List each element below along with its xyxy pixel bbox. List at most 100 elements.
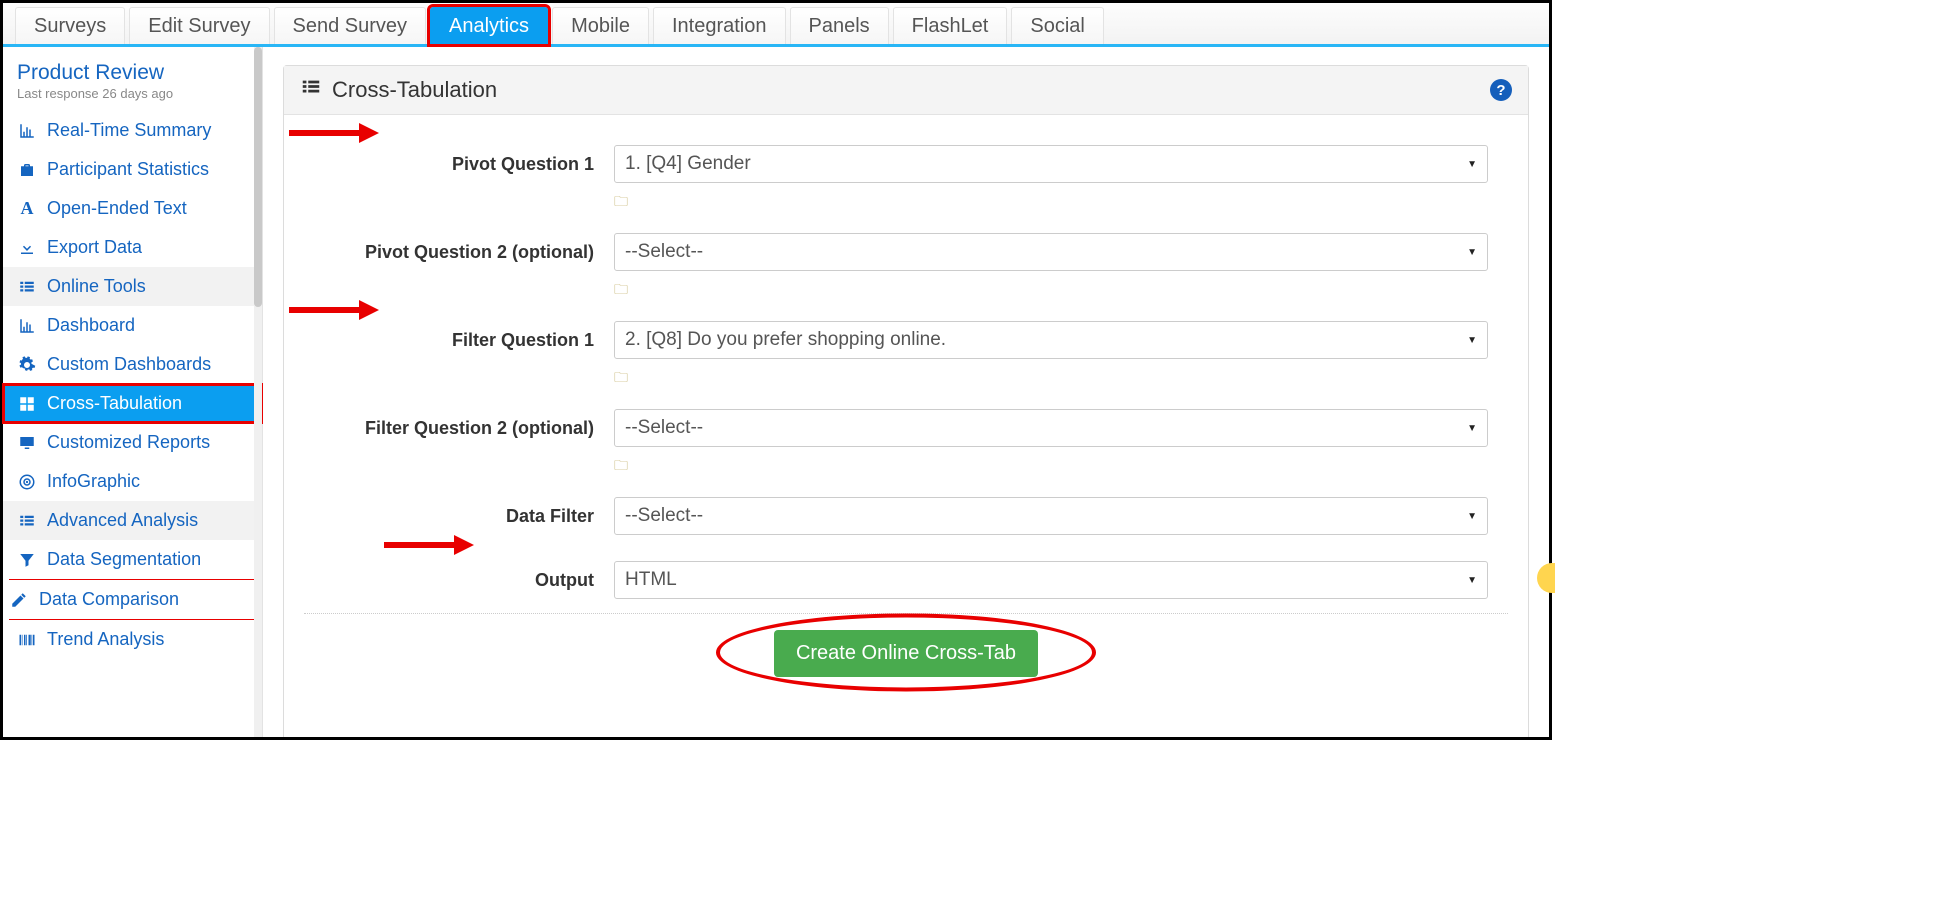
list-icon (17, 278, 37, 296)
tab-label: Send Survey (293, 15, 408, 38)
tab-analytics[interactable]: Analytics (430, 7, 548, 44)
select-value: 2. [Q8] Do you prefer shopping online. (625, 329, 946, 351)
sidebar-item-label: Data Segmentation (47, 549, 201, 570)
sidebar-item-label: Participant Statistics (47, 159, 209, 180)
pivot-question-2-label: Pivot Question 2 (optional) (324, 242, 594, 263)
data-filter-label: Data Filter (324, 506, 594, 527)
sidebar: Product Review Last response 26 days ago… (3, 47, 263, 737)
sidebar-item-infographic[interactable]: InfoGraphic (3, 462, 262, 501)
output-label: Output (324, 570, 594, 591)
sidebar-item-label: Customized Reports (47, 432, 210, 453)
tab-flashlet[interactable]: FlashLet (893, 7, 1008, 44)
filter-question-1-select[interactable]: 2. [Q8] Do you prefer shopping online. ▼ (614, 321, 1488, 359)
panel-header: Cross-Tabulation ? (284, 66, 1528, 115)
help-button[interactable]: ? (1490, 79, 1512, 101)
tab-send-survey[interactable]: Send Survey (274, 7, 427, 44)
grid-icon (17, 395, 37, 413)
sidebar-item-open-ended[interactable]: A Open-Ended Text (3, 189, 262, 228)
caret-down-icon: ▼ (1467, 423, 1477, 434)
sidebar-item-label: InfoGraphic (47, 471, 140, 492)
sidebar-item-participant-stats[interactable]: Participant Statistics (3, 150, 262, 189)
tab-label: FlashLet (912, 15, 989, 38)
briefcase-icon (17, 161, 37, 179)
filter-question-2-select[interactable]: --Select-- ▼ (614, 409, 1488, 447)
bar-chart-icon (17, 122, 37, 140)
select-value: 1. [Q4] Gender (625, 153, 751, 175)
sidebar-item-trend-analysis[interactable]: Trend Analysis (3, 620, 262, 659)
folder-icon[interactable]: 🗀 (614, 367, 628, 391)
scrollbar-track[interactable] (254, 47, 262, 737)
sidebar-item-label: Dashboard (47, 315, 135, 336)
gear-icon (17, 356, 37, 374)
sidebar-item-custom-dashboards[interactable]: Custom Dashboards (3, 345, 262, 384)
tab-integration[interactable]: Integration (653, 7, 786, 44)
survey-title-block: Product Review Last response 26 days ago (3, 47, 262, 105)
download-icon (17, 239, 37, 257)
sidebar-item-data-segmentation[interactable]: Data Segmentation (3, 540, 262, 579)
tab-mobile[interactable]: Mobile (552, 7, 649, 44)
sidebar-item-data-comparison[interactable]: Data Comparison (3, 580, 262, 619)
survey-title[interactable]: Product Review (17, 61, 248, 85)
scrollbar-thumb[interactable] (254, 47, 262, 307)
sidebar-item-label: Custom Dashboards (47, 354, 211, 375)
tab-social[interactable]: Social (1011, 7, 1103, 44)
pivot-question-1-label: Pivot Question 1 (324, 154, 594, 175)
sidebar-item-label: Cross-Tabulation (47, 393, 182, 414)
button-label: Create Online Cross-Tab (796, 642, 1016, 664)
panel-title: Cross-Tabulation (332, 77, 497, 103)
sidebar-group-advanced-analysis[interactable]: Advanced Analysis (3, 501, 262, 540)
tab-label: Analytics (449, 15, 529, 38)
tab-label: Surveys (34, 15, 106, 38)
decoration-dot (1537, 563, 1549, 593)
create-cross-tab-button[interactable]: Create Online Cross-Tab (774, 630, 1038, 677)
filter-question-1-label: Filter Question 1 (324, 330, 594, 351)
caret-down-icon: ▼ (1467, 575, 1477, 586)
tab-surveys[interactable]: Surveys (15, 7, 125, 44)
output-select[interactable]: HTML ▼ (614, 561, 1488, 599)
filter-icon (17, 551, 37, 569)
help-icon: ? (1496, 82, 1505, 99)
sidebar-item-customized-reports[interactable]: Customized Reports (3, 423, 262, 462)
pivot-question-1-select[interactable]: 1. [Q4] Gender ▼ (614, 145, 1488, 183)
caret-down-icon: ▼ (1467, 511, 1477, 522)
sidebar-group-online-tools[interactable]: Online Tools (3, 267, 262, 306)
caret-down-icon: ▼ (1467, 247, 1477, 258)
main-content: Cross-Tabulation ? Pivot Question 1 1. [… (263, 47, 1549, 737)
bar-chart-icon (17, 317, 37, 335)
sidebar-item-label: Trend Analysis (47, 629, 164, 650)
caret-down-icon: ▼ (1467, 159, 1477, 170)
caret-down-icon: ▼ (1467, 335, 1477, 346)
annotation-arrow-icon (289, 123, 389, 143)
folder-icon[interactable]: 🗀 (614, 279, 628, 303)
select-value: --Select-- (625, 241, 703, 263)
sidebar-item-label: Online Tools (47, 276, 146, 297)
top-nav: Surveys Edit Survey Send Survey Analytic… (3, 3, 1549, 47)
pivot-question-2-select[interactable]: --Select-- ▼ (614, 233, 1488, 271)
tab-panels[interactable]: Panels (790, 7, 889, 44)
sidebar-item-label: Export Data (47, 237, 142, 258)
tab-label: Mobile (571, 15, 630, 38)
select-value: HTML (625, 569, 677, 591)
data-filter-select[interactable]: --Select-- ▼ (614, 497, 1488, 535)
tab-label: Edit Survey (148, 15, 250, 38)
folder-icon[interactable]: 🗀 (614, 455, 628, 479)
last-response-text: Last response 26 days ago (17, 86, 173, 101)
select-value: --Select-- (625, 505, 703, 527)
sidebar-item-export-data[interactable]: Export Data (3, 228, 262, 267)
barcode-icon (17, 631, 37, 649)
sidebar-item-label: Data Comparison (39, 589, 179, 610)
font-icon: A (17, 198, 37, 219)
divider (304, 613, 1508, 614)
filter-question-2-label: Filter Question 2 (optional) (324, 418, 594, 439)
monitor-icon (17, 434, 37, 452)
tab-edit-survey[interactable]: Edit Survey (129, 7, 269, 44)
folder-icon[interactable]: 🗀 (614, 191, 628, 215)
tab-label: Social (1030, 15, 1084, 38)
sidebar-item-label: Real-Time Summary (47, 120, 211, 141)
list-icon (300, 76, 322, 104)
sidebar-item-cross-tabulation[interactable]: Cross-Tabulation (3, 384, 262, 423)
sidebar-item-label: Advanced Analysis (47, 510, 198, 531)
target-icon (17, 473, 37, 491)
sidebar-item-dashboard[interactable]: Dashboard (3, 306, 262, 345)
sidebar-item-realtime-summary[interactable]: Real-Time Summary (3, 111, 262, 150)
